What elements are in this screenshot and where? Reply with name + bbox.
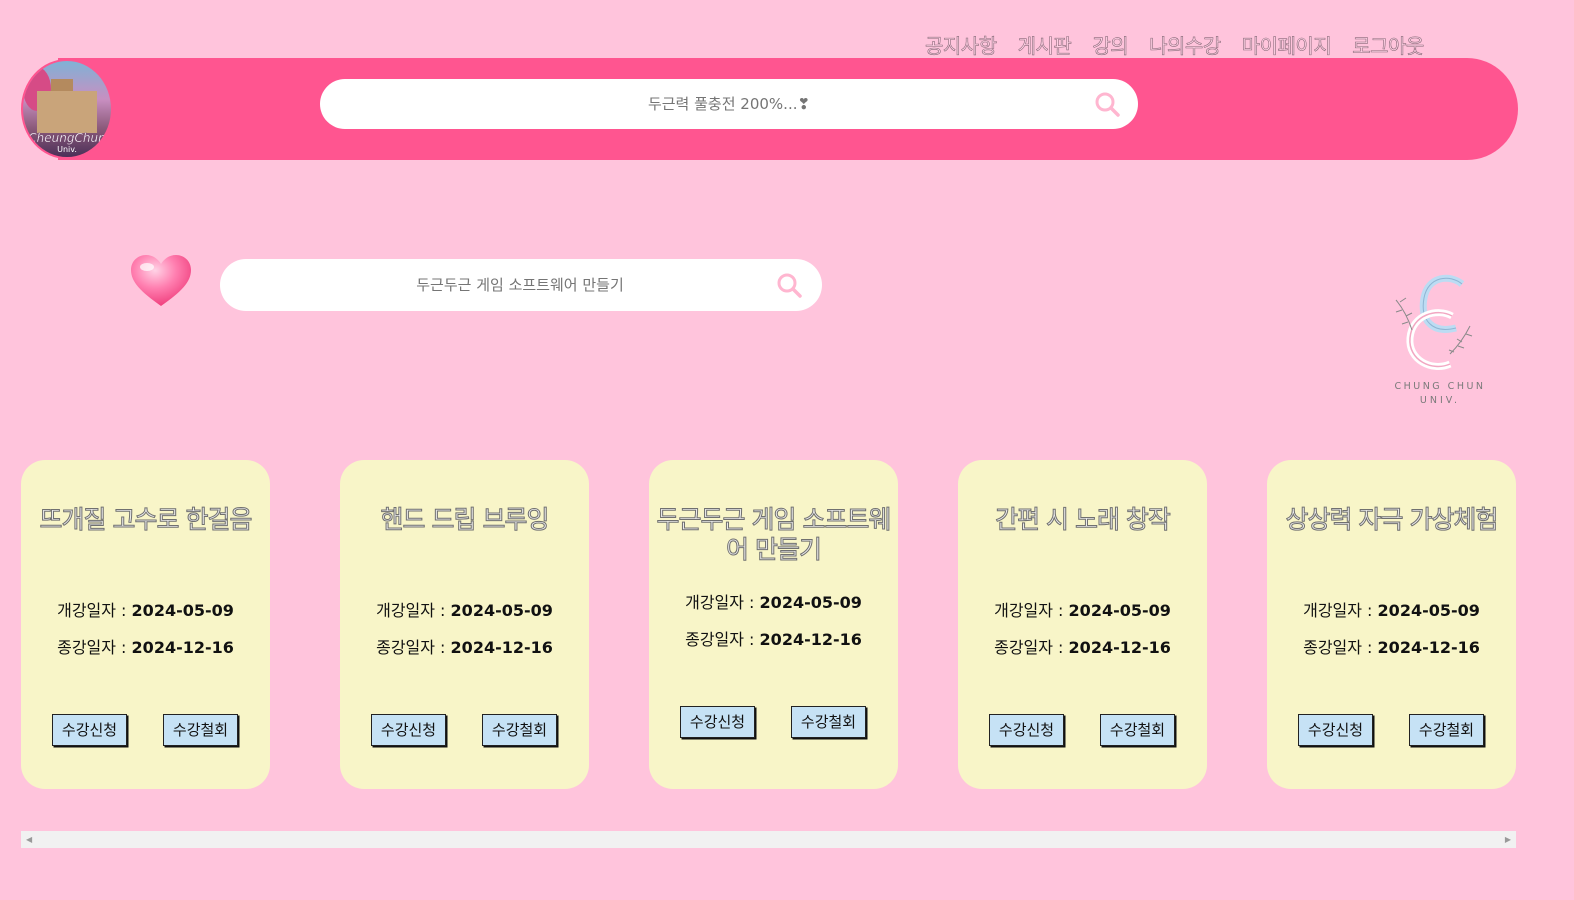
nav-notice[interactable]: 공지사항 [925, 30, 998, 59]
brand-line2: UNIV. [1419, 395, 1461, 406]
nav-logout[interactable]: 로그아웃 [1352, 30, 1425, 59]
close-date-label: 종강일자 : [376, 638, 451, 657]
nav-my-courses[interactable]: 나의수강 [1149, 30, 1222, 59]
course-open-date: 개강일자 : 2024-05-09 [340, 597, 589, 621]
header-search-input[interactable] [377, 94, 1081, 114]
close-date-value: 2024-12-16 [759, 630, 862, 649]
nav-board[interactable]: 게시판 [1017, 30, 1072, 59]
close-date-label: 종강일자 : [1303, 638, 1378, 657]
horizontal-scrollbar[interactable]: ◀ ▶ [21, 831, 1516, 848]
apply-button[interactable]: 수강신청 [680, 706, 755, 738]
top-nav: 공지사항 게시판 강의 나의수강 마이페이지 로그아웃 [925, 30, 1505, 59]
header-search-box [320, 79, 1138, 129]
close-date-value: 2024-12-16 [450, 638, 553, 657]
scroll-right-icon[interactable]: ▶ [1505, 835, 1511, 844]
open-date-label: 개강일자 : [1303, 601, 1378, 620]
open-date-value: 2024-05-09 [1068, 601, 1171, 620]
course-close-date: 종강일자 : 2024-12-16 [958, 634, 1207, 658]
course-title: 상상력 자극 가상체험 [1285, 505, 1499, 535]
course-card: 뜨개질 고수로 한걸음 개강일자 : 2024-05-09 종강일자 : 202… [21, 460, 270, 789]
logo-text: CheungChun [28, 131, 106, 145]
course-card: 간편 시 노래 창작 개강일자 : 2024-05-09 종강일자 : 2024… [958, 460, 1207, 789]
heart-icon [129, 254, 193, 314]
search-icon[interactable] [1094, 91, 1120, 121]
cc-monogram-icon [1395, 274, 1473, 370]
logo-building [37, 91, 97, 133]
open-date-value: 2024-05-09 [450, 601, 553, 620]
close-date-label: 종강일자 : [994, 638, 1069, 657]
open-date-label: 개강일자 : [685, 593, 760, 612]
logo-subtext: Univ. [57, 145, 77, 154]
course-title: 핸드 드립 브루잉 [380, 505, 550, 535]
close-date-value: 2024-12-16 [1377, 638, 1480, 657]
chungchun-brand-logo: CHUNG CHUN UNIV. [1388, 272, 1492, 412]
course-open-date: 개강일자 : 2024-05-09 [958, 597, 1207, 621]
cancel-button[interactable]: 수강철회 [791, 706, 866, 738]
course-card: 핸드 드립 브루잉 개강일자 : 2024-05-09 종강일자 : 2024-… [340, 460, 589, 789]
course-search-box [218, 259, 822, 311]
close-date-value: 2024-12-16 [1068, 638, 1171, 657]
open-date-value: 2024-05-09 [759, 593, 862, 612]
cancel-button[interactable]: 수강철회 [163, 714, 238, 746]
course-open-date: 개강일자 : 2024-05-09 [21, 597, 270, 621]
cancel-button[interactable]: 수강철회 [482, 714, 557, 746]
open-date-label: 개강일자 : [376, 601, 451, 620]
apply-button[interactable]: 수강신청 [1298, 714, 1373, 746]
nav-mypage[interactable]: 마이페이지 [1241, 30, 1332, 59]
close-date-label: 종강일자 : [685, 630, 760, 649]
apply-button[interactable]: 수강신청 [371, 714, 446, 746]
university-logo[interactable]: CheungChun Univ. [21, 59, 113, 159]
course-title: 뜨개질 고수로 한걸음 [39, 505, 253, 535]
apply-button[interactable]: 수강신청 [989, 714, 1064, 746]
open-date-value: 2024-05-09 [131, 601, 234, 620]
course-card: 두근두근 게임 소프트웨어 만들기 개강일자 : 2024-05-09 종강일자… [649, 460, 898, 789]
course-open-date: 개강일자 : 2024-05-09 [649, 589, 898, 613]
course-close-date: 종강일자 : 2024-12-16 [1267, 634, 1516, 658]
course-card-list: 뜨개질 고수로 한걸음 개강일자 : 2024-05-09 종강일자 : 202… [21, 460, 1521, 790]
open-date-label: 개강일자 : [994, 601, 1069, 620]
search-icon[interactable] [776, 272, 802, 302]
cancel-button[interactable]: 수강철회 [1409, 714, 1484, 746]
course-close-date: 종강일자 : 2024-12-16 [21, 634, 270, 658]
open-date-value: 2024-05-09 [1377, 601, 1480, 620]
course-title: 두근두근 게임 소프트웨어 만들기 [656, 505, 892, 565]
course-open-date: 개강일자 : 2024-05-09 [1267, 597, 1516, 621]
course-card: 상상력 자극 가상체험 개강일자 : 2024-05-09 종강일자 : 202… [1267, 460, 1516, 789]
course-close-date: 종강일자 : 2024-12-16 [649, 626, 898, 650]
open-date-label: 개강일자 : [57, 601, 132, 620]
course-title: 간편 시 노래 창작 [995, 505, 1172, 535]
apply-button[interactable]: 수강신청 [52, 714, 127, 746]
close-date-label: 종강일자 : [57, 638, 132, 657]
scroll-left-icon[interactable]: ◀ [26, 835, 32, 844]
course-close-date: 종강일자 : 2024-12-16 [340, 634, 589, 658]
nav-lecture[interactable]: 강의 [1092, 30, 1129, 59]
close-date-value: 2024-12-16 [131, 638, 234, 657]
course-search-input[interactable] [218, 275, 822, 295]
cancel-button[interactable]: 수강철회 [1100, 714, 1175, 746]
brand-line1: CHUNG CHUN [1394, 381, 1486, 392]
